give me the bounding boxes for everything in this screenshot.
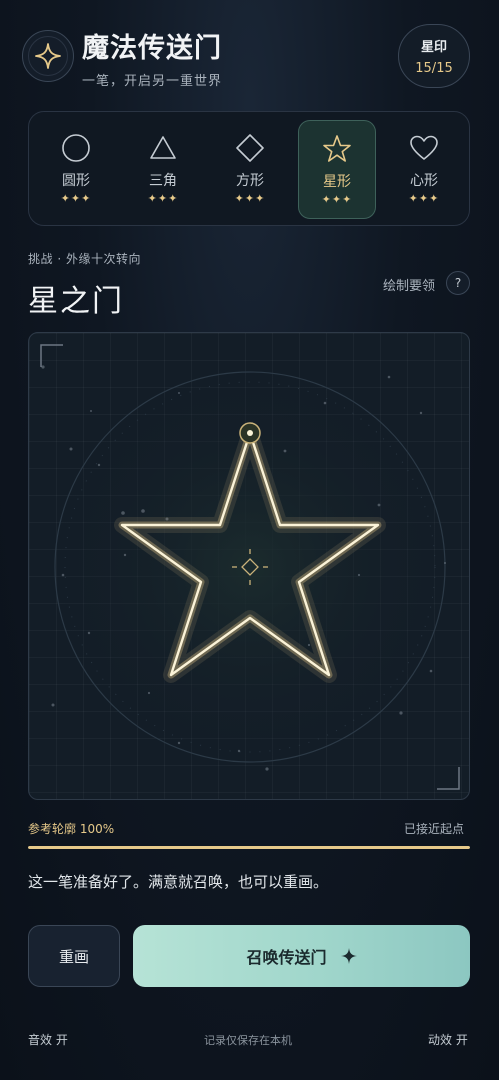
tab-star[interactable]: 星形 ✦✦✦ bbox=[298, 120, 376, 219]
star-icon bbox=[321, 133, 353, 165]
summon-portal-button[interactable]: 召唤传送门 bbox=[133, 925, 470, 987]
portal-drawing bbox=[40, 344, 460, 790]
badge-count: 15/15 bbox=[415, 61, 453, 76]
sound-toggle[interactable]: 音效 开 bbox=[28, 1031, 68, 1048]
tab-label: 星形 bbox=[323, 174, 351, 190]
challenge-kicker: 挑战 · 外缘十次转向 bbox=[28, 252, 141, 266]
corner-bracket-top-left bbox=[40, 344, 63, 367]
tab-label: 方形 bbox=[236, 173, 264, 189]
triangle-icon bbox=[147, 132, 179, 164]
star-seal-badge[interactable]: 星印 15/15 bbox=[398, 24, 470, 88]
tab-heart[interactable]: 心形 ✦✦✦ bbox=[385, 120, 463, 219]
app-logo bbox=[22, 30, 74, 82]
tab-label: 圆形 bbox=[62, 173, 90, 189]
circle-icon bbox=[60, 132, 92, 164]
redraw-button[interactable]: 重画 bbox=[28, 925, 120, 987]
diamond-icon bbox=[234, 132, 266, 164]
tab-circle[interactable]: 圆形 ✦✦✦ bbox=[37, 120, 115, 219]
tab-stars: ✦✦✦ bbox=[321, 193, 353, 206]
shape-tabs: 圆形 ✦✦✦ 三角 ✦✦✦ 方形 ✦✦✦ 星形 ✦✦✦ 心形 ✦✦✦ bbox=[28, 111, 470, 226]
challenge-title: 星之门 bbox=[28, 284, 124, 319]
tab-stars: ✦✦✦ bbox=[234, 192, 266, 205]
storage-note: 记录仅保存在本机 bbox=[204, 1034, 292, 1047]
tab-triangle[interactable]: 三角 ✦✦✦ bbox=[124, 120, 202, 219]
motion-toggle[interactable]: 动效 开 bbox=[428, 1031, 468, 1048]
tab-square[interactable]: 方形 ✦✦✦ bbox=[211, 120, 289, 219]
summon-label: 召唤传送门 bbox=[246, 948, 327, 967]
tab-label: 三角 bbox=[149, 173, 177, 189]
tab-stars: ✦✦✦ bbox=[60, 192, 92, 205]
tab-stars: ✦✦✦ bbox=[147, 192, 179, 205]
progress-fill bbox=[28, 846, 470, 849]
tab-label: 心形 bbox=[410, 173, 438, 189]
sparkle-icon bbox=[340, 948, 357, 964]
app-subtitle: 一笔，开启另一重世界 bbox=[82, 74, 223, 89]
progress-bar bbox=[28, 846, 470, 849]
heart-icon bbox=[408, 132, 440, 164]
progress-status: 已接近起点 bbox=[404, 822, 465, 836]
drawing-guide-link[interactable]: 绘制要领 bbox=[383, 275, 435, 294]
help-button[interactable]: ? bbox=[446, 271, 470, 295]
drawing-canvas[interactable] bbox=[28, 332, 470, 800]
tab-stars: ✦✦✦ bbox=[408, 192, 440, 205]
sparkle-icon bbox=[35, 43, 61, 69]
outline-progress-label: 参考轮廓 100% bbox=[28, 822, 115, 836]
corner-bracket-bottom-right bbox=[437, 767, 460, 790]
badge-label: 星印 bbox=[420, 40, 447, 55]
app-title: 魔法传送门 bbox=[82, 33, 222, 64]
hint-text: 这一笔准备好了。满意就召唤，也可以重画。 bbox=[28, 873, 329, 891]
